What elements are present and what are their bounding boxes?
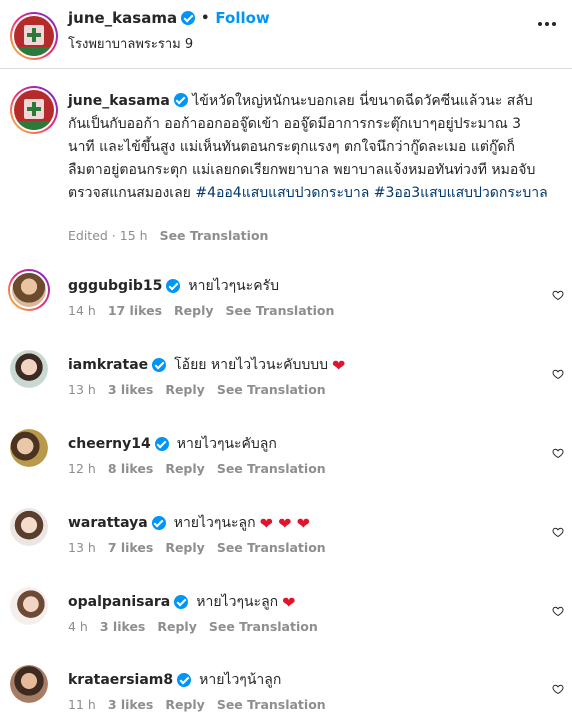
hashtag-link[interactable]: #4ออ4แสบแสบปวดกระบาล (195, 185, 369, 201)
heart-emoji: ❤ ❤ ❤ (259, 513, 310, 533)
comment-meta: 14 h 17 likes Reply See Translation (68, 303, 334, 318)
comment-line: iamkratae โอ้ยย หายไวไวนะคับบบบ ❤ (68, 354, 528, 376)
like-heart-icon[interactable] (552, 368, 564, 380)
commenter-avatar[interactable] (10, 350, 48, 388)
see-translation-button[interactable]: See Translation (217, 461, 326, 476)
location-link[interactable]: โรงพยาบาลพระราม 9 (68, 33, 193, 54)
comment-text: หายไวๆนะครับ (188, 278, 279, 294)
hospital-logo-icon (14, 16, 54, 56)
commenter-username[interactable]: krataersiam8 (68, 672, 173, 688)
comment-line: gggubgib15 หายไวๆนะครับ (68, 275, 528, 297)
comment-meta: 11 h 3 likes Reply See Translation (68, 697, 326, 712)
commenter-username[interactable]: opalpanisara (68, 594, 170, 610)
comment-meta: 13 h 7 likes Reply See Translation (68, 540, 326, 555)
comment-line: warattaya หายไวๆนะลูก ❤ ❤ ❤ (68, 512, 528, 534)
see-translation-button[interactable]: See Translation (217, 697, 326, 712)
comment-text: หายไวๆนะลูก (173, 515, 256, 531)
heart-emoji: ❤ (332, 355, 346, 375)
caption-text-block: june_kasama ไข้หวัดใหญ่หนักนะบอกเลย นี่ข… (68, 90, 548, 205)
verified-badge-icon (154, 437, 169, 451)
comment-item: cheerny14 หายไวๆนะคับลูก 12 h 8 likes Re… (0, 427, 572, 505)
hashtag-link[interactable]: #3ออ3แสบแสบปวดกระบาล (374, 185, 548, 201)
comment-time: 4 h (68, 619, 88, 634)
commenter-avatar[interactable] (10, 508, 48, 546)
author-username[interactable]: june_kasama (68, 9, 177, 27)
comment-likes[interactable]: 17 likes (108, 303, 162, 318)
comment-item: krataersiam8 หายไวๆน้าลูก 11 h 3 likes R… (0, 663, 572, 716)
comment-likes[interactable]: 7 likes (108, 540, 154, 555)
commenter-username[interactable]: cheerny14 (68, 436, 151, 452)
post-header: june_kasama • Follow โรงพยาบาลพระราม 9 (0, 0, 572, 64)
see-translation-button[interactable]: See Translation (217, 540, 326, 555)
comment-time: 14 h (68, 303, 96, 318)
see-translation-button[interactable]: See Translation (209, 619, 318, 634)
caption-see-translation[interactable]: See Translation (160, 228, 269, 243)
caption-username[interactable]: june_kasama (68, 93, 170, 109)
commenter-username[interactable]: iamkratae (68, 357, 148, 373)
verified-badge-icon (152, 358, 167, 372)
like-heart-icon[interactable] (552, 289, 564, 301)
see-translation-button[interactable]: See Translation (217, 382, 326, 397)
comment-item: iamkratae โอ้ยย หายไวไวนะคับบบบ ❤ 13 h 3… (0, 348, 572, 426)
hospital-logo-icon (14, 90, 54, 130)
verified-badge-icon (151, 516, 166, 530)
heart-emoji: ❤ (282, 592, 296, 612)
commenter-avatar[interactable] (8, 269, 50, 311)
reply-button[interactable]: Reply (165, 382, 204, 397)
comment-text: หายไวๆนะลูก (196, 594, 279, 610)
verified-badge-icon (181, 11, 196, 25)
reply-button[interactable]: Reply (165, 540, 204, 555)
comment-item: opalpanisara หายไวๆนะลูก ❤ 4 h 3 likes R… (0, 585, 572, 663)
comment-time: 11 h (68, 697, 96, 712)
reply-button[interactable]: Reply (174, 303, 213, 318)
comment-line: krataersiam8 หายไวๆน้าลูก (68, 669, 528, 691)
commenter-avatar[interactable] (10, 429, 48, 467)
caption-edited-time: Edited · 15 h (68, 228, 148, 243)
commenter-avatar[interactable] (10, 587, 48, 625)
verified-badge-icon (173, 93, 188, 107)
comment-meta: 13 h 3 likes Reply See Translation (68, 382, 326, 397)
comment-time: 12 h (68, 461, 96, 476)
comment-item: gggubgib15 หายไวๆนะครับ 14 h 17 likes Re… (0, 269, 572, 347)
comment-line: opalpanisara หายไวๆนะลูก ❤ (68, 591, 528, 613)
comment-text: หายไวๆน้าลูก (199, 672, 282, 688)
like-heart-icon[interactable] (552, 683, 564, 695)
separator-dot: • (201, 10, 210, 26)
like-heart-icon[interactable] (552, 447, 564, 459)
comment-meta: 12 h 8 likes Reply See Translation (68, 461, 326, 476)
caption-avatar[interactable] (10, 86, 58, 134)
comment-likes[interactable]: 3 likes (100, 619, 146, 634)
comment-likes[interactable]: 3 likes (108, 382, 154, 397)
comment-text: โอ้ยย หายไวไวนะคับบบบ (174, 357, 329, 373)
like-heart-icon[interactable] (552, 605, 564, 617)
more-options-icon[interactable] (538, 22, 556, 26)
follow-button[interactable]: Follow (215, 9, 269, 27)
commenter-avatar[interactable] (10, 665, 48, 703)
verified-badge-icon (177, 673, 192, 687)
comment-item: warattaya หายไวๆนะลูก ❤ ❤ ❤ 13 h 7 likes… (0, 506, 572, 584)
reply-button[interactable]: Reply (165, 461, 204, 476)
author-line: june_kasama • Follow (68, 9, 270, 27)
commenter-username[interactable]: gggubgib15 (68, 278, 162, 294)
verified-badge-icon (174, 595, 189, 609)
caption-meta: Edited · 15 h See Translation (68, 228, 268, 243)
comment-time: 13 h (68, 540, 96, 555)
comment-time: 13 h (68, 382, 96, 397)
verified-badge-icon (166, 279, 181, 293)
comment-line: cheerny14 หายไวๆนะคับลูก (68, 433, 528, 455)
reply-button[interactable]: Reply (165, 697, 204, 712)
header-divider (0, 68, 572, 69)
author-avatar[interactable] (10, 12, 58, 60)
reply-button[interactable]: Reply (157, 619, 196, 634)
comment-text: หายไวๆนะคับลูก (176, 436, 277, 452)
comment-likes[interactable]: 3 likes (108, 697, 154, 712)
like-heart-icon[interactable] (552, 526, 564, 538)
comment-likes[interactable]: 8 likes (108, 461, 154, 476)
commenter-username[interactable]: warattaya (68, 515, 148, 531)
see-translation-button[interactable]: See Translation (226, 303, 335, 318)
comment-meta: 4 h 3 likes Reply See Translation (68, 619, 318, 634)
